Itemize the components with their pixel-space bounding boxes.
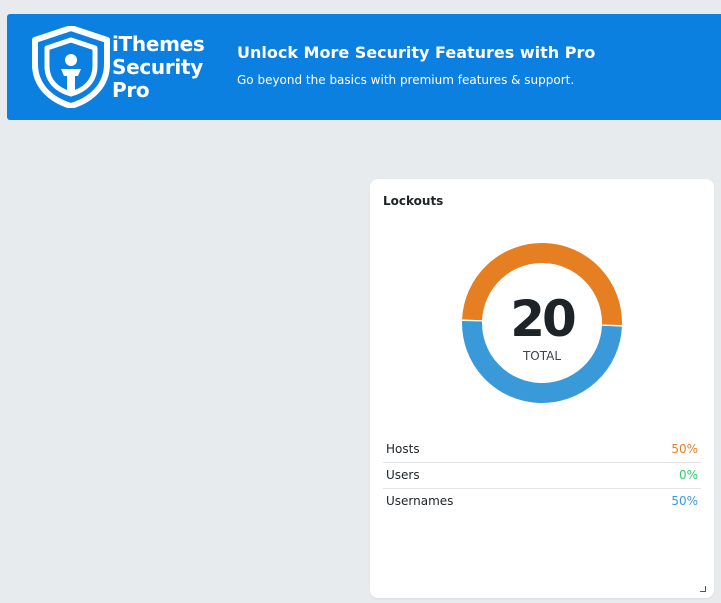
stat-value: 50% <box>671 494 698 508</box>
shield-logo-icon <box>32 26 110 108</box>
stat-label: Usernames <box>386 494 454 508</box>
page: iThemes Security Pro Unlock More Securit… <box>0 0 721 603</box>
logo-line-1: iThemes <box>112 32 205 56</box>
stat-value: 0% <box>678 468 698 482</box>
stat-label: Hosts <box>386 442 420 456</box>
stat-row-hosts: Hosts 50% <box>383 437 701 463</box>
stat-row-users: Users 0% <box>383 463 701 489</box>
pro-upgrade-banner[interactable]: iThemes Security Pro Unlock More Securit… <box>7 14 721 120</box>
promo-headline: Unlock More Security Features with Pro <box>237 43 596 62</box>
lockouts-total-label: TOTAL <box>522 349 562 363</box>
promo-subheadline: Go beyond the basics with premium featur… <box>237 73 575 87</box>
brand-logo-text: iThemes Security Pro <box>112 33 205 102</box>
logo-line-2: Security <box>112 55 203 79</box>
lockouts-card: Lockouts 20 TOTAL Hosts 50% Users 0% Use… <box>370 179 714 598</box>
resize-handle[interactable] <box>700 586 706 592</box>
logo-line-3: Pro <box>112 78 150 102</box>
lockouts-breakdown-list: Hosts 50% Users 0% Usernames 50% <box>383 437 701 514</box>
stat-row-usernames: Usernames 50% <box>383 489 701 514</box>
lockouts-total-count: 20 <box>510 290 577 348</box>
card-title: Lockouts <box>383 194 444 208</box>
stat-label: Users <box>386 468 420 482</box>
stat-value: 50% <box>671 442 698 456</box>
